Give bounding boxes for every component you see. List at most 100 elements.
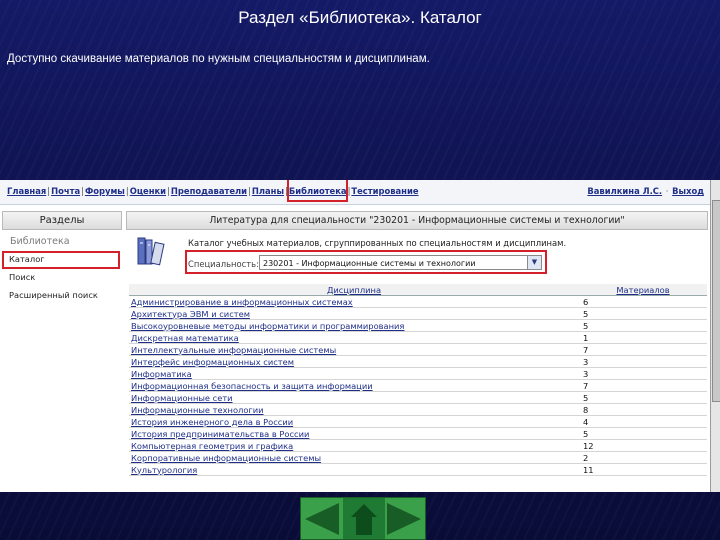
nav-grades[interactable]: Оценки — [130, 186, 166, 196]
table-row: Интерфейс информационных систем 3 — [129, 355, 707, 368]
table-row: Корпоративные информационные системы 2 — [129, 451, 707, 464]
slide-description: Доступно скачивание материалов по нужным… — [7, 53, 430, 65]
books-icon — [137, 237, 165, 266]
discipline-name: Интеллектуальные информационные системы — [129, 343, 579, 356]
discipline-name: Дискретная математика — [129, 331, 579, 344]
table-row: Администрирование в информационных систе… — [129, 295, 707, 308]
discipline-name: Информационные сети — [129, 391, 579, 404]
materials-count: 5 — [579, 307, 707, 320]
discipline-name: Интерфейс информационных систем — [129, 355, 579, 368]
discipline-name: Корпоративные информационные системы — [129, 451, 579, 464]
discipline-name: Информационная безопасность и защита инф… — [129, 379, 579, 392]
discipline-link[interactable]: История предпринимательства в России — [131, 429, 309, 439]
materials-count: 7 — [579, 343, 707, 356]
nav-mail[interactable]: Почта — [51, 186, 80, 196]
materials-count: 5 — [579, 319, 707, 332]
nav-forums[interactable]: Форумы — [85, 186, 125, 196]
discipline-name: История предпринимательства в России — [129, 427, 579, 440]
home-icon — [351, 504, 377, 517]
discipline-name: Информатика — [129, 367, 579, 380]
materials-count: 11 — [579, 463, 707, 476]
table-row: Интеллектуальные информационные системы 7 — [129, 343, 707, 356]
discipline-link[interactable]: Интерфейс информационных систем — [131, 357, 294, 367]
chevron-down-icon[interactable]: ▼ — [527, 256, 541, 269]
nav-home[interactable]: Главная — [7, 186, 46, 196]
discipline-name: История инженерного дела в России — [129, 415, 579, 428]
discipline-table: Дисциплина Материалов Администрирование … — [129, 284, 707, 476]
specialty-select-value: 230201 - Информационные системы и технол… — [263, 259, 476, 268]
discipline-name: Архитектура ЭВМ и систем — [129, 307, 579, 320]
nav-library[interactable]: Библиотека — [289, 186, 347, 196]
discipline-name: Культурология — [129, 463, 579, 476]
table-row: История инженерного дела в России 4 — [129, 415, 707, 428]
materials-count: 5 — [579, 427, 707, 440]
nav-testing[interactable]: Тестирование — [351, 186, 418, 196]
nav-separator: | — [167, 186, 170, 196]
specialty-select[interactable]: 230201 - Информационные системы и технол… — [259, 255, 542, 270]
discipline-link[interactable]: Архитектура ЭВМ и систем — [131, 309, 250, 319]
materials-count: 5 — [579, 391, 707, 404]
table-row: Информатика 3 — [129, 367, 707, 380]
discipline-link[interactable]: История инженерного дела в России — [131, 417, 293, 427]
nav-separator: | — [125, 186, 129, 196]
discipline-link[interactable]: Компьютерная геометрия и графика — [131, 441, 293, 451]
discipline-link[interactable]: Информационные сети — [131, 393, 233, 403]
discipline-name: Компьютерная геометрия и графика — [129, 439, 579, 452]
discipline-name: Информационные технологии — [129, 403, 579, 416]
sidebar-item-advanced-search[interactable]: Расширенный поиск — [9, 290, 98, 300]
nav-separator: · — [663, 186, 672, 196]
discipline-name: Высокоуровневые методы информатики и про… — [129, 319, 579, 332]
sidebar-item-catalog[interactable]: Каталог — [9, 254, 45, 264]
discipline-link[interactable]: Администрирование в информационных систе… — [131, 297, 353, 307]
discipline-link[interactable]: Высокоуровневые методы информатики и про… — [131, 321, 404, 331]
nav-separator: | — [285, 186, 288, 196]
page-scrollbar[interactable] — [710, 180, 720, 492]
table-header-row: Дисциплина Материалов — [129, 284, 707, 296]
table-row: Информационные технологии 8 — [129, 403, 707, 416]
materials-count: 6 — [579, 295, 707, 308]
home-icon-body — [356, 517, 372, 535]
main-header: Литература для специальности "230201 - И… — [126, 211, 708, 230]
discipline-link[interactable]: Информационная безопасность и защита инф… — [131, 381, 373, 391]
table-row: Дискретная математика 1 — [129, 331, 707, 344]
materials-count: 12 — [579, 439, 707, 452]
main-content: Литература для специальности "230201 - И… — [126, 211, 710, 492]
nav-separator: | — [81, 186, 84, 196]
column-header-discipline[interactable]: Дисциплина — [129, 284, 579, 296]
table-row: Высокоуровневые методы информатики и про… — [129, 319, 707, 332]
top-navigation: Главная|Почта|Форумы|Оценки|Преподавател… — [0, 180, 710, 205]
slide-title: Раздел «Библиотека». Каталог — [238, 8, 482, 27]
nav-separator: | — [47, 186, 51, 196]
column-header-materials[interactable]: Материалов — [579, 284, 707, 296]
arrow-right-icon[interactable] — [387, 503, 421, 535]
discipline-link[interactable]: Корпоративные информационные системы — [131, 453, 321, 463]
discipline-link[interactable]: Культурология — [131, 465, 197, 475]
discipline-name: Администрирование в информационных систе… — [129, 295, 579, 308]
sidebar-header: Разделы — [2, 211, 122, 230]
table-row: Культурология 11 — [129, 463, 707, 476]
sidebar: Разделы Библиотека Каталог Поиск Расшире… — [0, 211, 122, 492]
nav-teachers[interactable]: Преподаватели — [171, 186, 247, 196]
discipline-link[interactable]: Дискретная математика — [131, 333, 239, 343]
nav-separator: | — [347, 186, 351, 196]
discipline-link[interactable]: Информатика — [131, 369, 192, 379]
sidebar-item-search[interactable]: Поиск — [9, 272, 35, 282]
home-button[interactable] — [343, 498, 385, 539]
logout-link[interactable]: Выход — [672, 186, 704, 196]
table-row: Информационная безопасность и защита инф… — [129, 379, 707, 392]
nav-plans[interactable]: Планы — [252, 186, 284, 196]
user-area: Вавилкина Л.С. · Выход — [587, 186, 704, 196]
arrow-left-icon[interactable] — [305, 503, 339, 535]
specialty-label: Специальность: — [188, 259, 259, 269]
slide-navigation — [300, 497, 426, 540]
table-row: Информационные сети 5 — [129, 391, 707, 404]
library-screenshot: Главная|Почта|Форумы|Оценки|Преподавател… — [0, 180, 710, 492]
user-name-link[interactable]: Вавилкина Л.С. — [587, 186, 662, 196]
discipline-link[interactable]: Информационные технологии — [131, 405, 264, 415]
materials-count: 2 — [579, 451, 707, 464]
nav-links: Главная|Почта|Форумы|Оценки|Преподавател… — [7, 186, 419, 196]
scrollbar-thumb[interactable] — [712, 200, 720, 402]
materials-count: 4 — [579, 415, 707, 428]
discipline-link[interactable]: Интеллектуальные информационные системы — [131, 345, 336, 355]
table-row: Компьютерная геометрия и графика 12 — [129, 439, 707, 452]
